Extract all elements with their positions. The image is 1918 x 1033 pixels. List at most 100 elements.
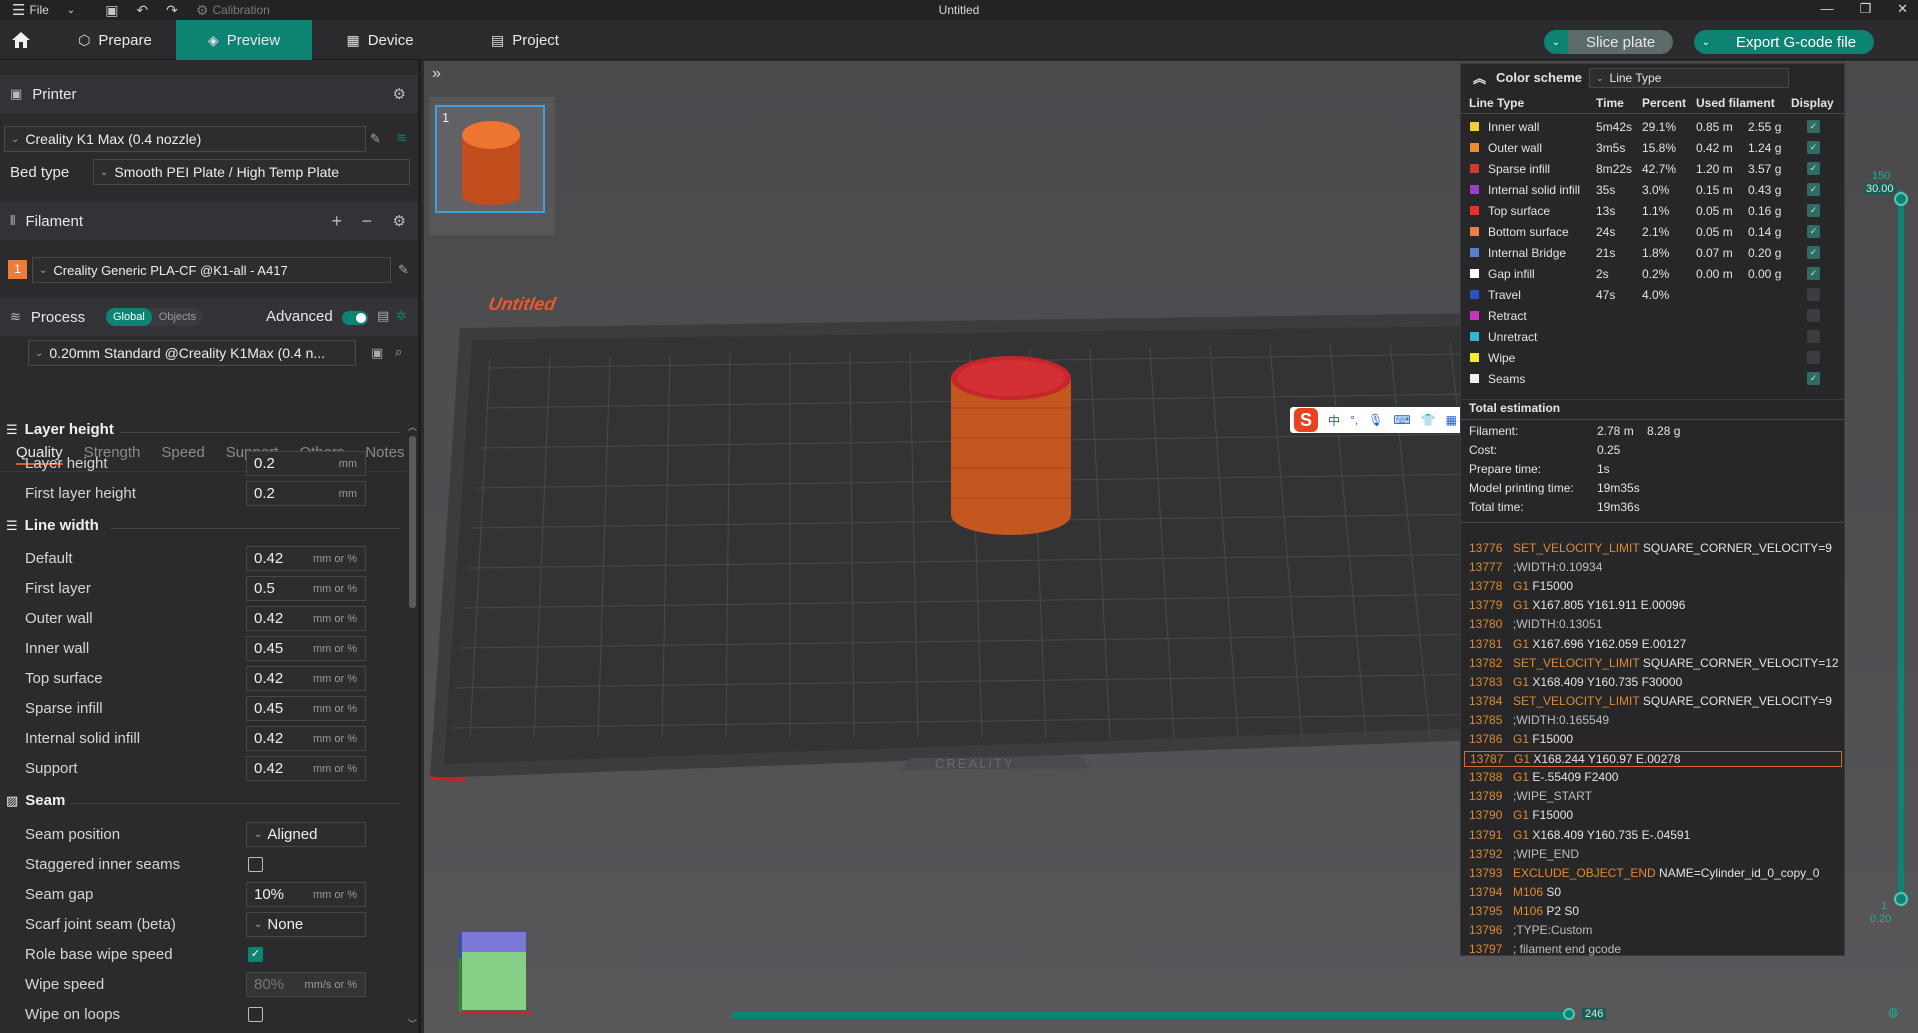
display-checkbox[interactable]: ✓: [1807, 183, 1820, 196]
move-slider-handle[interactable]: [1563, 1008, 1575, 1020]
global-objects-switch[interactable]: Global Objects: [106, 308, 204, 326]
close-icon[interactable]: ✕: [1897, 1, 1908, 17]
collapse-legend-icon[interactable]: ︽: [1473, 68, 1486, 87]
gcode-line[interactable]: 13786 G1 F15000: [1469, 732, 1573, 746]
ime-punctuation-icon[interactable]: °,: [1350, 413, 1358, 427]
build-plate[interactable]: Untitled CREALITY: [430, 268, 1540, 788]
scarf-seam-select[interactable]: ⌄ None: [246, 912, 366, 937]
orientation-cube[interactable]: [452, 928, 542, 1018]
gcode-line[interactable]: 13781 G1 X167.696 Y162.059 E.00127: [1469, 637, 1686, 651]
bed-type-select[interactable]: ⌄ Smooth PEI Plate / High Temp Plate: [93, 159, 410, 185]
gcode-line[interactable]: 13794 M106 S0: [1469, 885, 1561, 899]
global-option[interactable]: Global: [106, 308, 152, 326]
lw-sparse-input[interactable]: 0.45 mm or %: [246, 696, 366, 721]
redo-icon[interactable]: ↷: [166, 2, 178, 19]
wipe-loops-checkbox[interactable]: [248, 1007, 263, 1022]
display-checkbox[interactable]: ✓: [1807, 225, 1820, 238]
line-type-row[interactable]: Top surface 13s 1.1% 0.05 m 0.16 g ✓: [1461, 201, 1844, 221]
display-checkbox[interactable]: [1807, 309, 1820, 322]
gcode-line[interactable]: 13785 ;WIDTH:0.165549: [1469, 713, 1609, 727]
filament-settings-gear-icon[interactable]: ⚙: [393, 212, 406, 230]
process-profile-select[interactable]: ⌄ 0.20mm Standard @Creality K1Max (0.4 n…: [28, 340, 356, 366]
wifi-icon[interactable]: ≋: [396, 130, 407, 146]
line-type-row[interactable]: Internal Bridge 21s 1.8% 0.07 m 0.20 g ✓: [1461, 243, 1844, 263]
layer-height-input[interactable]: 0.2 mm: [246, 451, 366, 476]
gcode-line[interactable]: 13789 ;WIPE_START: [1469, 789, 1592, 803]
printer-select[interactable]: ⌄ Creality K1 Max (0.4 nozzle): [4, 126, 366, 152]
lw-default-input[interactable]: 0.42 mm or %: [246, 546, 366, 571]
lw-support-input[interactable]: 0.42 mm or %: [246, 756, 366, 781]
remove-filament-icon[interactable]: −: [361, 211, 372, 232]
expand-sidebar-icon[interactable]: »: [432, 65, 441, 83]
ime-chinese-mode[interactable]: 中: [1328, 412, 1340, 429]
gcode-line[interactable]: 13776 SET_VELOCITY_LIMIT SQUARE_CORNER_VE…: [1469, 541, 1832, 555]
display-checkbox[interactable]: ✓: [1807, 246, 1820, 259]
objects-option[interactable]: Objects: [152, 308, 203, 326]
advanced-toggle[interactable]: [342, 311, 368, 325]
edit-filament-icon[interactable]: ✎: [398, 262, 409, 278]
line-type-row[interactable]: Retract: [1461, 306, 1844, 326]
sogou-logo-icon[interactable]: S: [1294, 408, 1318, 432]
home-button[interactable]: [6, 20, 36, 60]
gcode-line[interactable]: 13782 SET_VELOCITY_LIMIT SQUARE_CORNER_VE…: [1469, 656, 1839, 670]
lw-inner-input[interactable]: 0.45 mm or %: [246, 636, 366, 661]
edit-printer-icon[interactable]: ✎: [370, 131, 381, 147]
microphone-icon[interactable]: 🎙: [1368, 413, 1383, 427]
gcode-line[interactable]: 13779 G1 X167.805 Y161.911 E.00096: [1469, 598, 1685, 612]
gcode-line[interactable]: 13795 M106 P2 S0: [1469, 904, 1579, 918]
layer-slider-bottom-handle[interactable]: [1894, 892, 1908, 906]
tab-preview[interactable]: ◈ Preview: [176, 20, 312, 60]
seam-gap-input[interactable]: 10% mm or %: [246, 882, 366, 907]
filament-select[interactable]: ⌄ Creality Generic PLA-CF @K1-all - A417: [32, 257, 391, 283]
gcode-line[interactable]: 13784 SET_VELOCITY_LIMIT SQUARE_CORNER_VE…: [1469, 694, 1832, 708]
tab-project[interactable]: ▤ Project: [470, 20, 580, 60]
line-type-row[interactable]: Internal solid infill 35s 3.0% 0.15 m 0.43 g…: [1461, 180, 1844, 200]
display-checkbox[interactable]: ✓: [1807, 162, 1820, 175]
lw-first-input[interactable]: 0.5 mm or %: [246, 576, 366, 601]
line-type-row[interactable]: Outer wall 3m5s 15.8% 0.42 m 1.24 g ✓: [1461, 138, 1844, 158]
role-wipe-checkbox[interactable]: ✓: [248, 947, 263, 962]
export-gcode-button[interactable]: Export G-code file: [1718, 30, 1875, 54]
process-tune-icon[interactable]: ✲: [396, 308, 407, 324]
printer-settings-gear-icon[interactable]: ⚙: [393, 85, 406, 103]
display-checkbox[interactable]: ✓: [1807, 372, 1820, 385]
gcode-line[interactable]: 13797 ; filament end gcode: [1469, 942, 1621, 956]
line-type-row[interactable]: Gap infill 2s 0.2% 0.00 m 0.00 g ✓: [1461, 264, 1844, 284]
gcode-line[interactable]: 13792 ;WIPE_END: [1469, 847, 1579, 861]
export-dropdown-button[interactable]: ⌄: [1694, 30, 1718, 54]
display-checkbox[interactable]: ✓: [1807, 267, 1820, 280]
display-checkbox[interactable]: ✓: [1807, 204, 1820, 217]
line-type-row[interactable]: Inner wall 5m42s 29.1% 0.85 m 2.55 g ✓: [1461, 117, 1844, 137]
line-type-row[interactable]: Bottom surface 24s 2.1% 0.05 m 0.14 g ✓: [1461, 222, 1844, 242]
skin-icon[interactable]: 👕: [1421, 413, 1436, 427]
settings-dot-icon[interactable]: ◍: [1888, 1005, 1898, 1019]
staggered-seams-checkbox[interactable]: [248, 857, 263, 872]
color-scheme-select[interactable]: ⌄ Line Type: [1589, 68, 1789, 88]
gcode-line-current[interactable]: 13787 G1 X168.244 Y160.97 E.00278: [1464, 751, 1842, 768]
save-profile-icon[interactable]: ▣: [371, 345, 383, 361]
sidebar-scrollbar[interactable]: ︿ ﹀: [407, 420, 417, 1032]
gcode-line[interactable]: 13793 EXCLUDE_OBJECT_END NAME=Cylinder_id…: [1469, 866, 1819, 880]
scroll-up-icon[interactable]: ︿: [408, 420, 417, 433]
line-type-row[interactable]: Unretract: [1461, 327, 1844, 347]
gcode-line[interactable]: 13788 G1 E-.55409 F2400: [1469, 770, 1618, 784]
lw-internal-input[interactable]: 0.42 mm or %: [246, 726, 366, 751]
grid-icon[interactable]: ▦: [1446, 413, 1457, 427]
line-type-row[interactable]: Sparse infill 8m22s 42.7% 1.20 m 3.57 g ✓: [1461, 159, 1844, 179]
filament-slot-badge[interactable]: 1: [8, 260, 27, 279]
layer-slider-top-handle[interactable]: [1894, 192, 1908, 206]
plate-thumbnail[interactable]: 1: [429, 97, 555, 235]
tab-prepare[interactable]: ⬡ Prepare: [55, 20, 175, 60]
seam-position-select[interactable]: ⌄ Aligned: [246, 822, 366, 847]
display-checkbox[interactable]: [1807, 351, 1820, 364]
sliced-cylinder-model[interactable]: [951, 356, 1071, 535]
minimize-icon[interactable]: —: [1820, 1, 1833, 17]
display-checkbox[interactable]: ✓: [1807, 120, 1820, 133]
sidebar-scroll-thumb[interactable]: [409, 436, 416, 608]
gcode-line[interactable]: 13796 ;TYPE:Custom: [1469, 923, 1592, 937]
gcode-line[interactable]: 13790 G1 F15000: [1469, 808, 1573, 822]
gcode-line[interactable]: 13777 ;WIDTH:0.10934: [1469, 560, 1602, 574]
lw-outer-input[interactable]: 0.42 mm or %: [246, 606, 366, 631]
first-layer-height-input[interactable]: 0.2 mm: [246, 481, 366, 506]
display-checkbox[interactable]: [1807, 330, 1820, 343]
